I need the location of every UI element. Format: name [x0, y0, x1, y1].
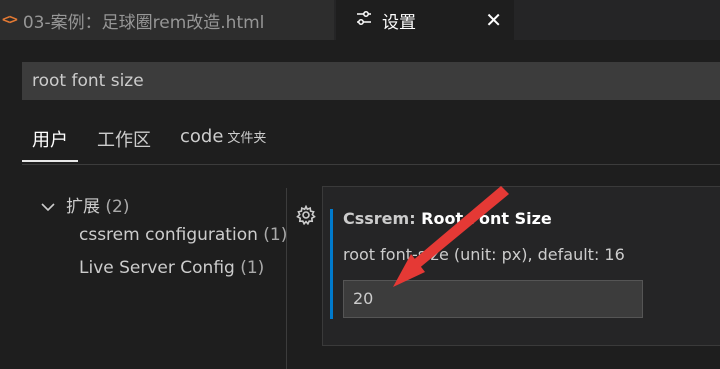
tab-bar: <> 03-案例：足球圈rem改造.html 设置 ✕	[0, 0, 720, 40]
root-font-size-value: 20	[353, 289, 374, 308]
search-input[interactable]: root font size	[22, 62, 720, 100]
code-brackets-icon: <>	[2, 12, 18, 28]
tab-html-file-label: 03-案例：足球圈rem改造.html	[22, 12, 265, 33]
tab-user[interactable]: 用户	[22, 126, 78, 162]
setting-category: Cssrem:	[343, 209, 422, 228]
toc-item-cssrem[interactable]: cssrem configuration (1)	[79, 225, 287, 245]
chevron-down-icon	[40, 197, 58, 217]
tab-settings-label: 设置	[382, 12, 416, 33]
toc-item-live-server-count: (1)	[240, 258, 265, 278]
setting-title: Cssrem: Root Font Size	[343, 209, 552, 228]
focus-indicator	[330, 209, 333, 319]
settings-editor: <> 03-案例：足球圈rem改造.html 设置 ✕ root font si…	[0, 0, 720, 369]
search-input-value: root font size	[32, 71, 144, 91]
tab-folder[interactable]: code 文件夹	[180, 126, 266, 147]
tab-html-file[interactable]: <> 03-案例：足球圈rem改造.html	[0, 0, 334, 40]
toc-item-extensions-label: 扩展	[66, 197, 100, 217]
toc-divider	[286, 188, 287, 369]
setting-name: Root Font Size	[421, 209, 552, 228]
toc-item-cssrem-label: cssrem configuration	[79, 225, 258, 245]
scope-tabs: 用户 工作区 code 文件夹	[22, 120, 720, 165]
close-icon[interactable]: ✕	[485, 8, 502, 32]
toc-item-extensions[interactable]: 扩展 (2)	[40, 192, 130, 217]
tab-workspace[interactable]: 工作区	[97, 126, 151, 152]
gear-icon[interactable]	[296, 204, 316, 226]
setting-item-root-font-size: Cssrem: Root Font Size root font-size (u…	[322, 186, 720, 346]
toc-item-live-server[interactable]: Live Server Config (1)	[79, 258, 264, 278]
tab-settings[interactable]: 设置 ✕	[336, 0, 514, 40]
setting-description: root font-size (unit: px), default: 16	[343, 245, 625, 264]
root-font-size-input[interactable]: 20	[343, 280, 643, 318]
settings-sliders-icon	[356, 10, 372, 31]
toc-item-extensions-count: (2)	[105, 197, 130, 217]
tab-folder-sublabel: 文件夹	[227, 131, 267, 146]
toc-item-live-server-label: Live Server Config	[79, 258, 235, 278]
tab-folder-label: code	[180, 126, 224, 147]
toc-item-cssrem-count: (1)	[263, 225, 288, 245]
